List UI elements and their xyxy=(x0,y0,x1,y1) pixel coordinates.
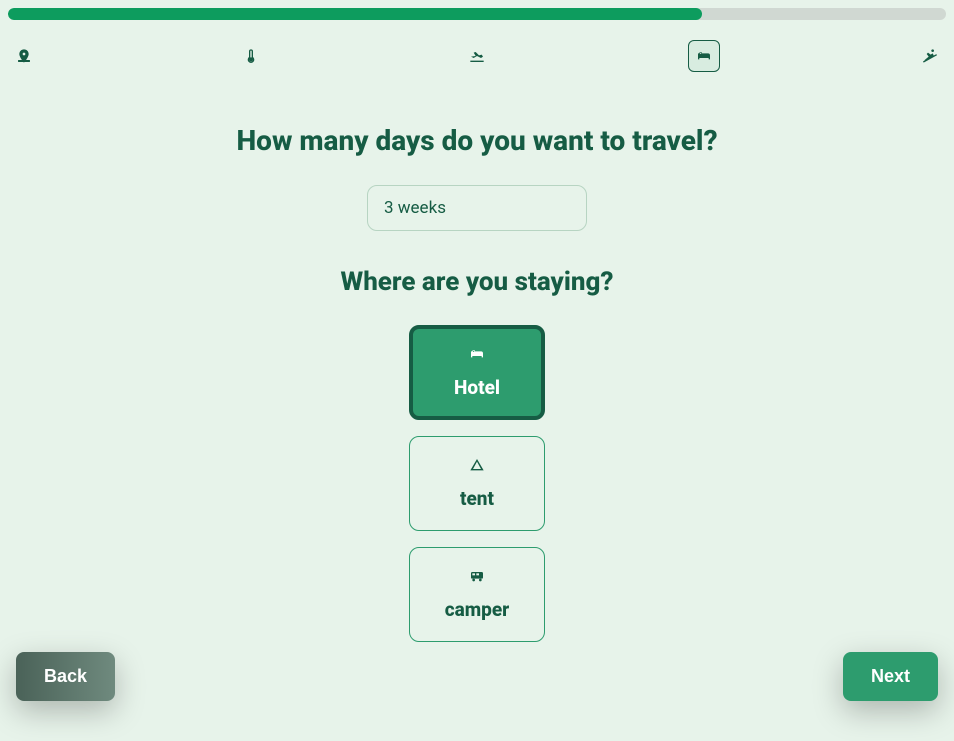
question2-title: Where are you staying? xyxy=(0,267,954,297)
step-accommodation[interactable] xyxy=(688,40,720,72)
next-button[interactable]: Next xyxy=(843,652,938,701)
back-button[interactable]: Back xyxy=(16,652,115,701)
bus-icon xyxy=(469,568,485,588)
progress-bar xyxy=(8,8,946,20)
step-location[interactable] xyxy=(8,40,40,72)
bed-icon xyxy=(696,48,712,64)
question1-title: How many days do you want to travel? xyxy=(0,124,954,157)
option-tent[interactable]: tent xyxy=(409,436,545,531)
option-camper-label: camper xyxy=(445,598,510,621)
step-departure[interactable] xyxy=(461,40,493,72)
steps-row xyxy=(0,28,954,84)
option-hotel[interactable]: Hotel xyxy=(409,325,545,420)
option-hotel-label: Hotel xyxy=(454,376,500,399)
step-temperature[interactable] xyxy=(235,40,267,72)
option-camper[interactable]: camper xyxy=(409,547,545,642)
map-pin-icon xyxy=(16,48,32,64)
thermometer-icon xyxy=(243,48,259,64)
content: How many days do you want to travel? Whe… xyxy=(0,84,954,642)
bed-icon xyxy=(469,346,485,366)
duration-input[interactable] xyxy=(367,185,587,231)
snowboard-icon xyxy=(922,48,938,64)
tent-icon xyxy=(469,457,485,477)
progress-fill xyxy=(8,8,702,20)
option-tent-label: tent xyxy=(460,487,494,510)
footer: Back Next xyxy=(0,652,954,701)
plane-departure-icon xyxy=(469,48,485,64)
step-activity[interactable] xyxy=(914,40,946,72)
options-container: Hotel tent camper xyxy=(0,325,954,642)
